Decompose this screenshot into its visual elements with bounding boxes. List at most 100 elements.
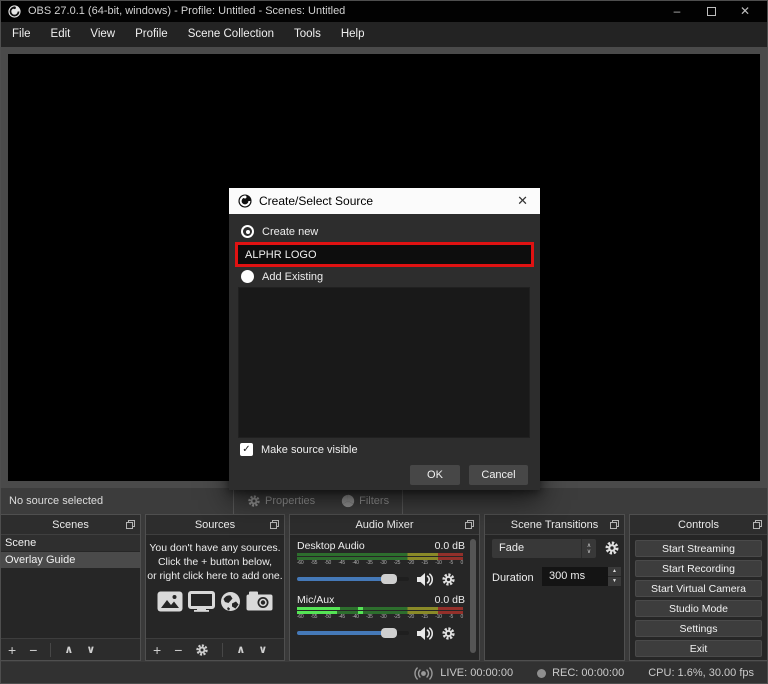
audio-mixer-title: Audio Mixer [355, 519, 413, 531]
duration-spinner: ▲ ▼ [608, 567, 621, 586]
gear-icon[interactable] [441, 572, 456, 587]
create-new-option[interactable]: Create new [241, 225, 318, 238]
remove-source-button[interactable]: − [174, 640, 182, 660]
menu-help[interactable]: Help [331, 22, 375, 47]
sources-panel: Sources You don't have any sources. Clic… [145, 514, 285, 661]
maximize-button[interactable] [696, 2, 726, 20]
mic-aux-row: Mic/Aux 0.0 dB [297, 594, 465, 606]
existing-sources-list[interactable] [238, 287, 530, 438]
meter-active-level [297, 607, 340, 610]
tick-label: -5 [449, 560, 453, 566]
scene-list-item-selected[interactable]: Overlay Guide [1, 552, 140, 568]
live-status: LIVE: 00:00:00 [413, 667, 513, 680]
cancel-button[interactable]: Cancel [469, 465, 528, 485]
tick-label: -50 [325, 560, 331, 566]
properties-button[interactable]: Properties [234, 488, 328, 514]
volume-slider[interactable] [297, 570, 409, 588]
source-status-row: No source selected Properties [0, 488, 768, 514]
add-existing-label: Add Existing [262, 271, 323, 283]
scene-list-item[interactable]: Scene [1, 535, 140, 551]
settings-button[interactable]: Settings [635, 620, 762, 637]
add-scene-button[interactable]: + [8, 640, 16, 660]
dialog-close-button[interactable]: ✕ [514, 193, 531, 209]
radio-unselected-icon[interactable] [241, 270, 254, 283]
dock-popout-icon[interactable] [126, 520, 135, 529]
dock-popout-icon[interactable] [270, 520, 279, 529]
toolbar-separator [222, 643, 223, 657]
add-existing-option[interactable]: Add Existing [241, 270, 323, 283]
ok-button[interactable]: OK [410, 465, 460, 485]
window-title: OBS 27.0.1 (64-bit, windows) - Profile: … [28, 5, 345, 17]
gear-icon[interactable] [441, 626, 456, 641]
menu-view[interactable]: View [80, 22, 125, 47]
meter-scale: -60-55-50-45-40-35-30-25-20-15-10-50 [297, 614, 463, 620]
meter-scale: -60-55-50-45-40-35-30-25-20-15-10-50 [297, 560, 463, 566]
toolbar-separator [50, 643, 51, 657]
start-streaming-button[interactable]: Start Streaming [635, 540, 762, 557]
scrollbar[interactable] [470, 539, 476, 653]
speaker-icon[interactable] [416, 626, 434, 641]
rec-status: REC: 00:00:00 [537, 667, 624, 679]
controls-panel: Controls Start Streaming Start Recording… [629, 514, 768, 661]
minimize-button[interactable]: – [662, 2, 692, 20]
dock-popout-icon[interactable] [465, 520, 474, 529]
menu-scene-collection[interactable]: Scene Collection [178, 22, 284, 47]
studio-mode-button[interactable]: Studio Mode [635, 600, 762, 617]
source-name-highlight [235, 242, 534, 267]
spin-down-icon[interactable]: ▼ [608, 577, 621, 586]
make-source-visible-option[interactable]: ✓ Make source visible [240, 443, 358, 456]
dock-popout-icon[interactable] [753, 520, 762, 529]
sources-panel-header: Sources [146, 515, 284, 535]
start-virtual-camera-button[interactable]: Start Virtual Camera [635, 580, 762, 597]
dock-popout-icon[interactable] [610, 520, 619, 529]
controls-title: Controls [678, 519, 719, 531]
sources-empty-line: or right click here to add one. [146, 570, 284, 584]
make-source-visible-label: Make source visible [261, 444, 358, 456]
scenes-panel-title: Scenes [52, 519, 89, 531]
tick-label: -5 [449, 614, 453, 620]
menu-profile[interactable]: Profile [125, 22, 178, 47]
move-scene-up-button[interactable]: ∧ [64, 643, 73, 656]
source-name-input[interactable] [238, 245, 531, 264]
menu-edit[interactable]: Edit [41, 22, 81, 47]
filters-label: Filters [359, 495, 389, 507]
camera-icon [246, 591, 273, 611]
tick-label: -25 [394, 614, 400, 620]
create-new-label: Create new [262, 226, 318, 238]
audio-mixer-header: Audio Mixer [290, 515, 479, 535]
slider-handle[interactable] [381, 628, 397, 638]
obs-logo-icon [238, 194, 252, 208]
meter-channel [297, 553, 463, 556]
move-scene-down-button[interactable]: ∨ [86, 643, 95, 656]
tick-label: -10 [435, 614, 441, 620]
tick-label: -25 [394, 560, 400, 566]
filters-button[interactable]: Filters [328, 488, 402, 514]
properties-filters-toolbar: Properties Filters [233, 488, 403, 514]
sources-empty-message: You don't have any sources. Click the + … [146, 542, 284, 584]
mic-aux-controls [297, 624, 456, 642]
sources-toolbar: + − ∧ ∨ [146, 638, 284, 660]
transition-value: Fade [499, 542, 524, 554]
start-recording-button[interactable]: Start Recording [635, 560, 762, 577]
dialog-body: Create new Add Existing ✓ Make source vi… [229, 214, 540, 490]
move-source-down-button[interactable]: ∨ [258, 643, 267, 656]
slider-handle[interactable] [381, 574, 397, 584]
radio-selected-icon[interactable] [241, 225, 254, 238]
checkbox-checked-icon[interactable]: ✓ [240, 443, 253, 456]
combo-spinner[interactable]: ∧ ∨ [581, 539, 596, 558]
close-button[interactable]: ✕ [730, 2, 760, 20]
menu-file[interactable]: File [2, 22, 41, 47]
duration-input[interactable]: 300 ms [542, 567, 608, 586]
transition-select[interactable]: Fade ∧ ∨ [492, 539, 596, 558]
transition-gear-icon[interactable] [604, 540, 620, 556]
tick-label: -55 [311, 560, 317, 566]
source-properties-button[interactable] [195, 643, 209, 657]
volume-slider[interactable] [297, 624, 409, 642]
spin-up-icon[interactable]: ▲ [608, 567, 621, 576]
exit-button[interactable]: Exit [635, 640, 762, 657]
add-source-button[interactable]: + [153, 640, 161, 660]
speaker-icon[interactable] [416, 572, 434, 587]
move-source-up-button[interactable]: ∧ [236, 643, 245, 656]
menu-tools[interactable]: Tools [284, 22, 331, 47]
remove-scene-button[interactable]: − [29, 640, 37, 660]
